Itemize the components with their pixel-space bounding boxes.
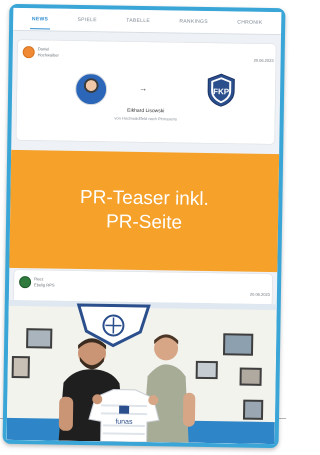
signing-photo[interactable]: funas [6,299,277,445]
tab-spiele[interactable]: Spiele [75,11,99,29]
post-author-line1: Reez [34,276,44,282]
tab-bar: News Spiele Tabelle Rankings Chronik [13,7,282,36]
svg-text:FKP: FKP [213,87,230,96]
post-date: 20.06.2023 [249,291,270,297]
transfer-arrow-icon: → [139,83,148,94]
jersey-sponsor-text: funas [115,419,133,426]
teaser-line-1: PR-Teaser inkl. [79,186,209,211]
tab-news[interactable]: News [29,9,51,29]
tab-rankings[interactable]: Rankings [177,13,210,32]
post-author-line1: Daniel [37,46,50,52]
phone-frame: News Spiele Tabelle Rankings Chronik Dan… [2,3,286,449]
signing-photo-image: funas [6,299,277,445]
club-badge-icon [19,276,32,289]
post-date: 20.06.2023 [253,57,274,64]
player-avatar[interactable] [74,72,108,106]
tab-chronik[interactable]: Chronik [235,13,264,31]
fkp-club-logo: FKP [207,73,235,107]
tab-tabelle[interactable]: Tabelle [124,12,152,30]
post-author-line2: Ebelig RPS [34,282,55,288]
post-author-line2: Hochwaiber [37,52,59,58]
post-header: Daniel Hochwaiber [22,45,271,63]
pr-teaser-banner[interactable]: PR-Teaser inkl. PR-Seite [9,149,280,273]
app-screen: News Spiele Tabelle Rankings Chronik Dan… [6,7,282,445]
transfer-news-card[interactable]: Daniel Hochwaiber 20.06.2023 → FKP Eikha… [16,39,276,145]
club-badge-icon [22,46,35,59]
post-header: Reez Ebelig RPS [19,275,267,293]
teaser-line-2: PR-Seite [105,211,183,234]
